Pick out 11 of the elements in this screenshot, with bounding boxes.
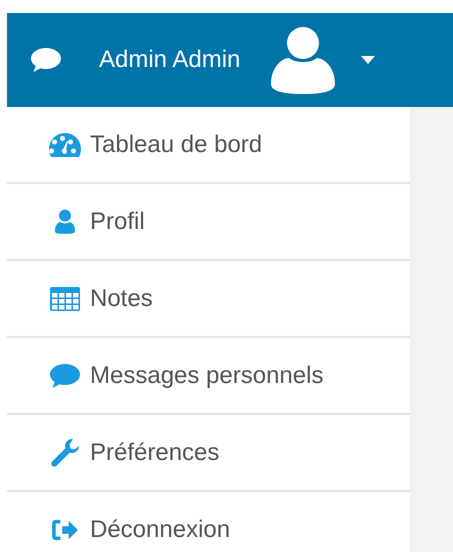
user-icon [54,208,76,234]
speedometer-icon [48,132,82,158]
speech-bubble-icon [49,362,81,388]
table-grid-icon [50,286,80,310]
caret-icon[interactable] [361,56,376,64]
menu-item[interactable]: Notes [7,261,410,338]
sign-out-icon [51,518,79,542]
avatar-silhouette-icon[interactable] [269,26,338,94]
user-name[interactable]: Admin Admin [99,46,240,74]
chat-bubble-icon[interactable] [30,47,62,73]
wrench-icon [50,438,80,468]
